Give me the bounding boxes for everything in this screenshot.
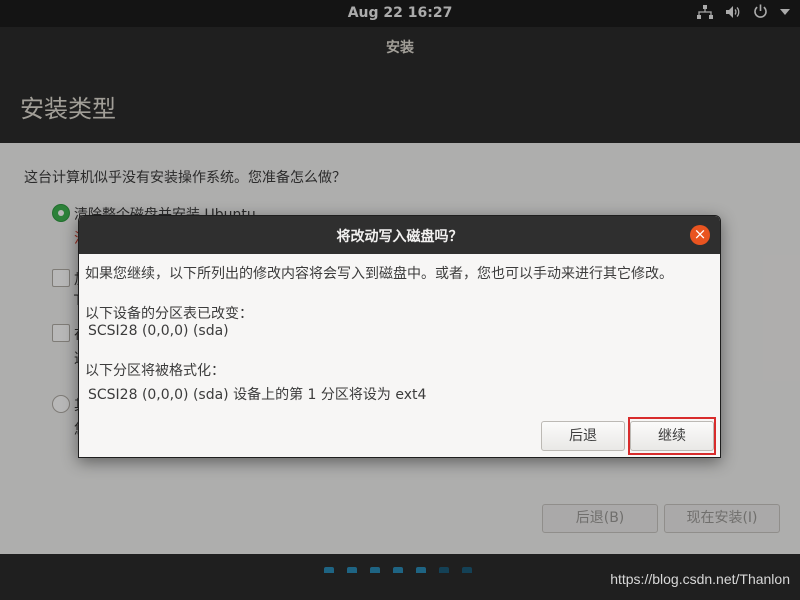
format-item: SCSI28 (0,0,0) (sda) 设备上的第 1 分区将设为 ext4 (88, 387, 427, 403)
dialog-intro: 如果您继续，以下所列出的修改内容将会写入到磁盘中。或者，您也可以手动来进行其它修… (85, 266, 673, 282)
format-heading: 以下分区将被格式化： (85, 363, 225, 379)
dialog-header: 将改动写入磁盘吗？ × (79, 216, 720, 254)
dialog-title: 将改动写入磁盘吗？ (336, 229, 463, 245)
partition-heading: 以下设备的分区表已改变： (85, 306, 253, 322)
continue-highlight-box (628, 417, 716, 455)
partition-device: SCSI28 (0,0,0) (sda) (88, 323, 229, 339)
dialog-back-button[interactable]: 后退 (541, 421, 625, 451)
watermark: https://blog.csdn.net/Thanlon (610, 571, 790, 587)
write-changes-dialog: 将改动写入磁盘吗？ × 如果您继续，以下所列出的修改内容将会写入到磁盘中。或者，… (78, 215, 721, 458)
close-icon[interactable]: × (690, 225, 710, 245)
